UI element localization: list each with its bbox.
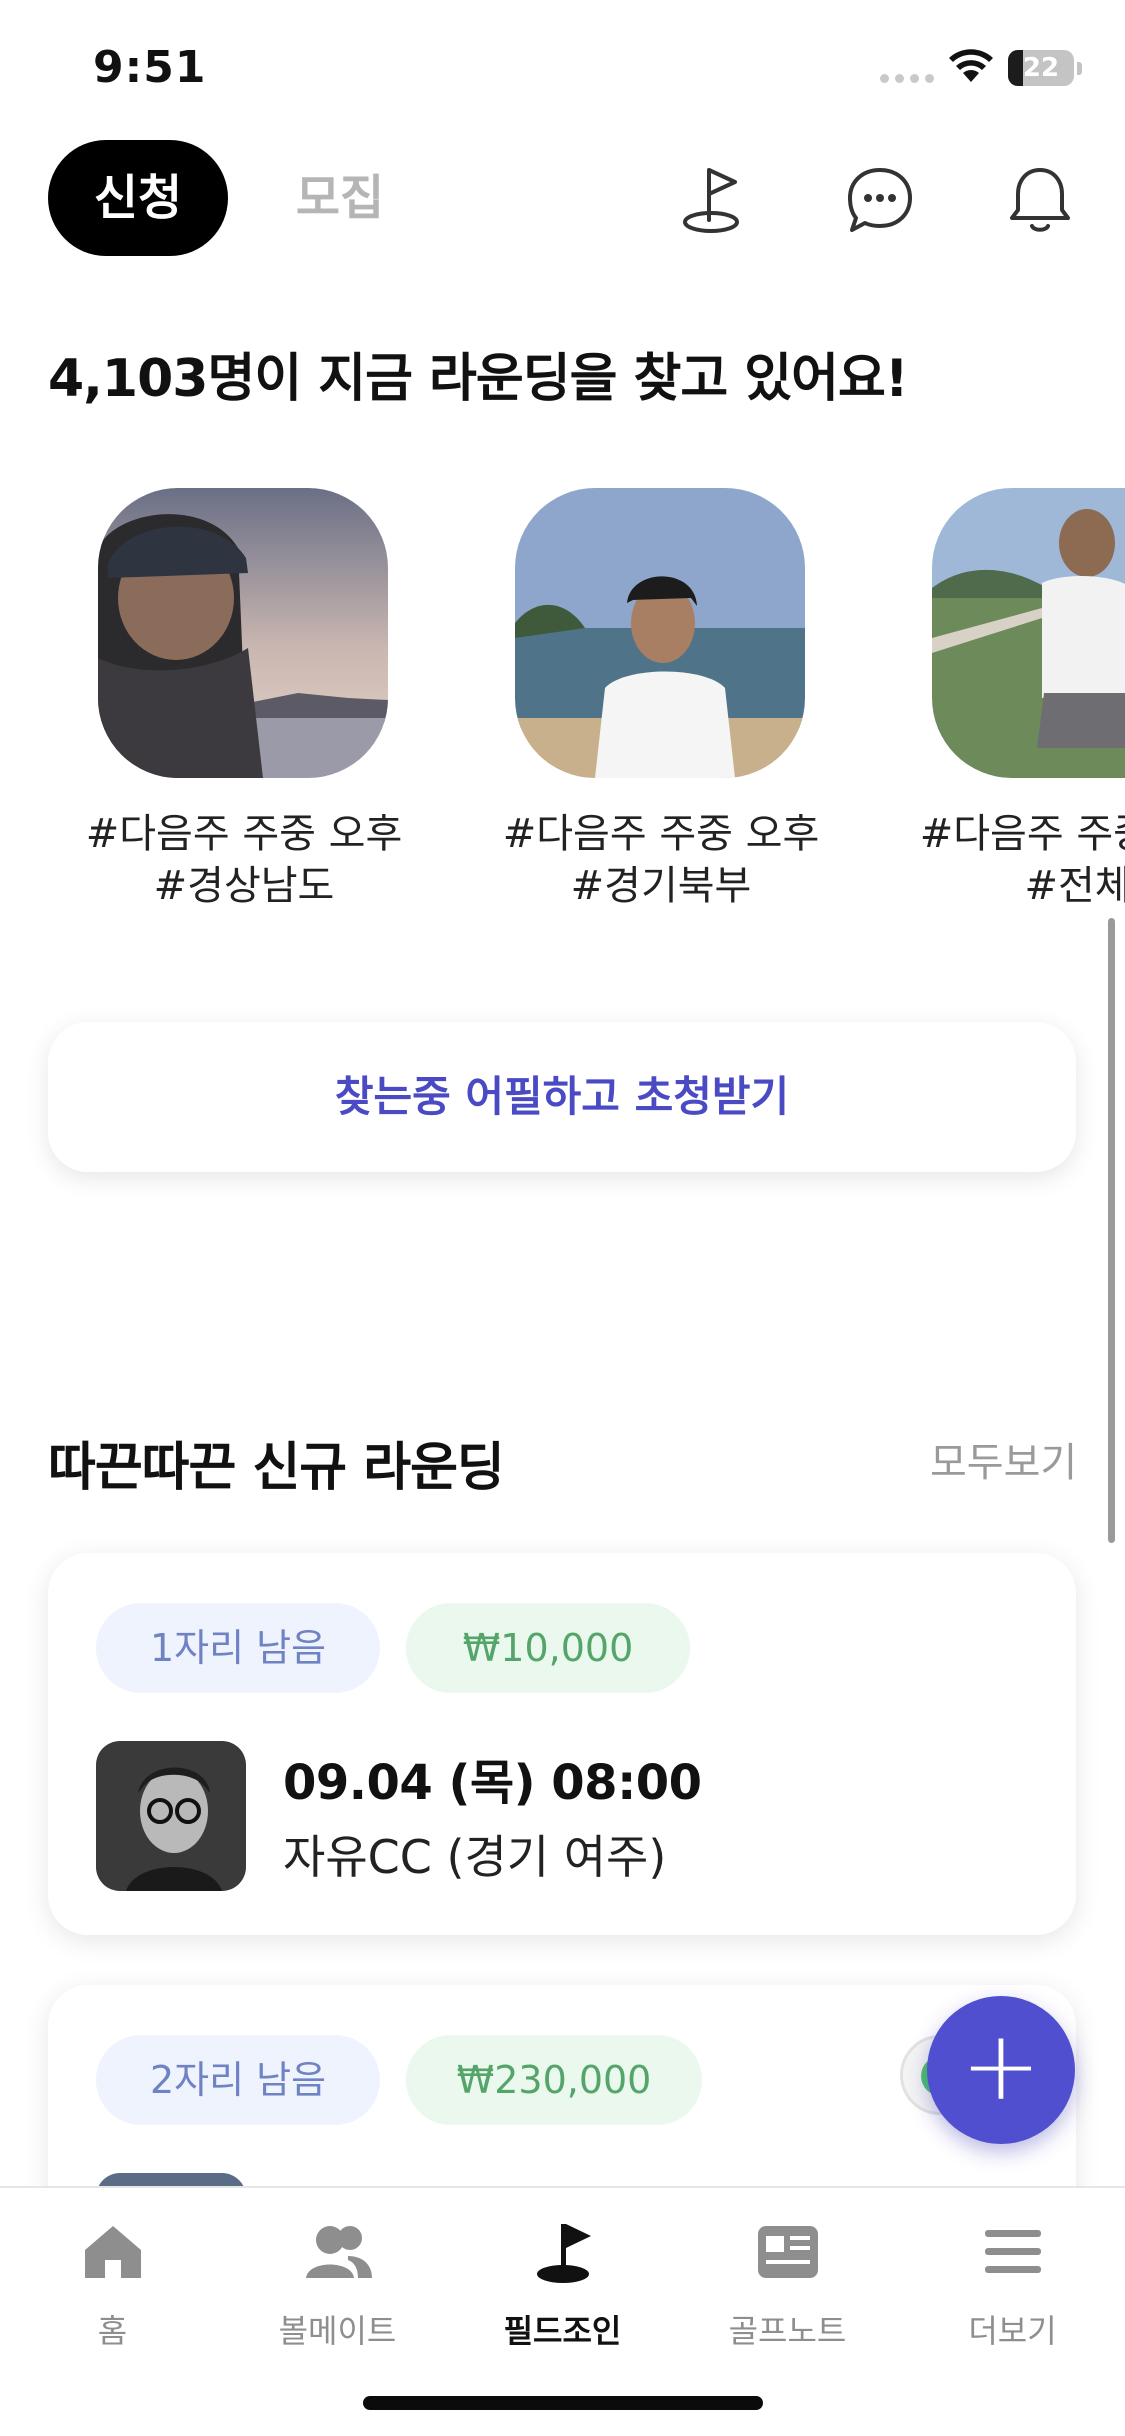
profile-photo	[932, 488, 1125, 778]
profile-tag-region: #경상남도	[153, 863, 335, 909]
nav-ballmate[interactable]: 볼메이트	[225, 2216, 450, 2352]
status-bar: 9:51 22	[0, 0, 1125, 130]
status-time: 9:51	[93, 42, 207, 93]
profile-photo	[98, 488, 388, 778]
profile-tag-time: #다음주 주중 오후	[502, 811, 820, 857]
profile-card[interactable]: #다음주 주중 오후 #전체	[878, 488, 1125, 912]
golf-flag-icon	[536, 2224, 591, 2283]
appeal-invite-button[interactable]: 찾는중 어필하고 초청받기	[48, 1022, 1076, 1172]
people-icon	[305, 2226, 372, 2278]
nav-label: 골프노트	[728, 2312, 847, 2350]
nav-label: 필드조인	[503, 2312, 622, 2350]
fee-badge: ₩230,000	[406, 2035, 702, 2125]
add-round-button[interactable]: +	[927, 1996, 1075, 2144]
round-course: 자유CC (경기 여주)	[283, 1830, 667, 1884]
note-icon	[757, 2226, 818, 2278]
profile-card[interactable]: #다음주 주중 오후 #경상남도	[44, 488, 404, 912]
profile-tag-time: #다음주 주중 오후	[919, 811, 1125, 857]
nav-home[interactable]: 홈	[0, 2216, 225, 2352]
profile-tags: #다음주 주중 오후 #전체	[878, 808, 1125, 912]
profile-carousel[interactable]: #다음주 주중 오후 #경상남도 #다음주 주중 오후 #경기북부 #다음주 주…	[0, 488, 1125, 928]
bell-icon[interactable]	[1000, 160, 1080, 240]
battery-cap	[1077, 62, 1082, 75]
profile-card[interactable]: #다음주 주중 오후 #경기북부	[461, 488, 821, 912]
nav-golf-note[interactable]: 골프노트	[675, 2216, 900, 2352]
wifi-icon	[949, 49, 993, 82]
see-all-link[interactable]: 모두보기	[930, 1430, 1077, 1488]
tab-recruit[interactable]: 모집	[275, 140, 405, 256]
cellular-signal-icon	[880, 74, 934, 83]
nav-label: 홈	[97, 2312, 128, 2350]
top-header: 신청 모집	[0, 140, 1125, 258]
battery-icon: 22	[1008, 50, 1074, 86]
profile-tag-region: #경기북부	[570, 863, 752, 909]
round-card[interactable]: 1자리 남음 ₩10,000 09.04 (목) 08:00 자유CC (경기 …	[48, 1553, 1076, 1935]
round-datetime: 09.04 (목) 08:00	[283, 1755, 702, 1811]
profile-tag-time: #다음주 주중 오후	[85, 811, 403, 857]
flag-icon[interactable]	[675, 160, 755, 240]
scroll-indicator[interactable]	[1108, 918, 1115, 1543]
profile-photo	[515, 488, 805, 778]
profile-tags: #다음주 주중 오후 #경상남도	[44, 808, 444, 912]
chat-icon[interactable]	[840, 160, 920, 240]
nav-label: 볼메이트	[278, 2312, 397, 2350]
fee-badge: ₩10,000	[406, 1603, 690, 1693]
seats-left-badge: 2자리 남음	[96, 2035, 380, 2125]
nav-field-join[interactable]: 필드조인	[450, 2216, 675, 2352]
nav-more[interactable]: 더보기	[900, 2216, 1125, 2352]
section-title: 따끈따끈 신규 라운딩	[48, 1438, 505, 1498]
battery-percent: 22	[1022, 53, 1060, 83]
page-headline: 4,103명이 지금 라운딩을 찾고 있어요!	[48, 349, 909, 409]
home-indicator	[363, 2396, 763, 2410]
home-icon	[84, 2226, 141, 2278]
nav-label: 더보기	[968, 2312, 1057, 2350]
plus-icon: +	[960, 2010, 1042, 2122]
profile-tags: #다음주 주중 오후 #경기북부	[461, 808, 861, 912]
menu-icon	[984, 2230, 1041, 2273]
host-avatar	[96, 1741, 246, 1891]
tab-apply[interactable]: 신청	[48, 140, 228, 256]
profile-tag-region: #전체	[1024, 863, 1125, 909]
seats-left-badge: 1자리 남음	[96, 1603, 380, 1693]
